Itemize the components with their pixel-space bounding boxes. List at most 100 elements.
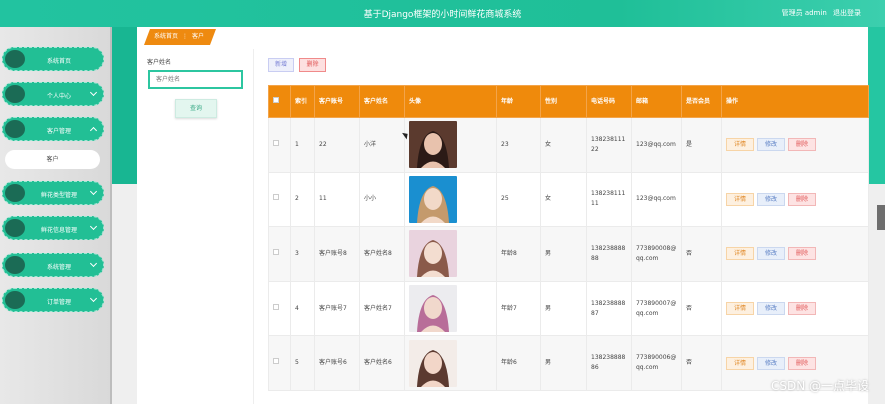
column-header: 操作 [721,85,869,118]
actions-cell: 详情 修改 删除 [721,171,869,228]
detail-button[interactable]: 详情 [726,302,754,316]
edit-button[interactable]: 修改 [757,138,785,152]
member-cell: 否 [681,335,722,391]
avatar-cell [404,117,497,173]
breadcrumb-separator: ⋮ [182,33,189,40]
customer-name-search-input[interactable] [148,70,243,89]
avatar [409,230,457,278]
avatar [409,339,457,387]
index-cell: 5 [290,335,315,391]
column-header: 客户账号 [314,85,360,118]
account-cell: 客户账号8 [314,226,360,282]
sidebar-item-personal-center[interactable]: 个人中心 [2,82,104,106]
avatar-cell [404,226,497,282]
select-all-checkbox[interactable] [273,96,279,103]
select-all-header[interactable] [268,85,291,118]
row-checkbox[interactable] [273,139,279,146]
avatar [409,121,457,169]
sidebar-item-label: 鲜花类型管理 [40,192,77,199]
delete-row-button[interactable]: 删除 [788,192,816,206]
table-row: 1 22 小洋 23 女 13823811122 123@qq.com 是详情 修改 删除 [268,117,869,173]
search-button[interactable]: 查询 [175,99,217,118]
sidebar-item-label: 系统管理 [46,264,71,271]
actions-cell: 详情 修改 删除 [721,226,869,282]
menu-dot-icon [5,256,25,274]
menu-dot-icon [5,120,25,138]
sidebar-item-label: 鲜花信息管理 [40,227,77,234]
menu-dot-icon [5,184,25,202]
chevron-down-icon [89,187,98,196]
row-select-cell[interactable] [268,117,291,173]
delete-row-button[interactable]: 删除 [788,356,816,370]
chevron-down-icon [89,259,98,268]
sidebar-item-label: 订单管理 [46,299,71,306]
column-header: 头像 [404,85,497,118]
scrollbar-thumb[interactable] [877,205,885,230]
detail-button[interactable]: 详情 [726,138,754,152]
name-cell: 客户姓名7 [359,280,405,337]
sidebar-item-label: 个人中心 [46,93,71,100]
gender-cell: 女 [540,117,587,173]
column-header: 邮箱 [631,85,682,118]
phone-cell: 13823811111 [586,171,632,228]
delete-row-button[interactable]: 删除 [788,247,816,261]
delete-button[interactable]: 删除 [299,58,326,72]
edit-button[interactable]: 修改 [757,247,785,261]
row-select-cell[interactable] [268,335,291,391]
table-row: 4 客户账号7 客户姓名7 年龄7 男 13823888887 773890007@qq.c… [268,280,869,337]
row-select-cell[interactable] [268,171,291,228]
detail-button[interactable]: 详情 [726,192,754,206]
row-checkbox[interactable] [273,303,279,310]
member-cell [681,171,722,228]
sidebar-item-customer-management[interactable]: 客户管理 [2,117,104,141]
sidebar-item-flower-info-management[interactable]: 鲜花信息管理 [2,216,104,240]
email-cell: 773890007@qq.com [631,280,682,337]
column-header: 年龄 [496,85,541,118]
sidebar-item-label: 系统首页 [46,58,71,65]
edit-button[interactable]: 修改 [757,302,785,316]
table-header-row: 索引 客户账号 客户姓名 头像 年龄 性别 电话号码 邮箱 是否会员 操作 [268,85,869,118]
sidebar: 系统首页 个人中心 客户管理 客户 鲜花类型管理 鲜花信息管理 系统管理 订单管… [0,27,112,404]
detail-button[interactable]: 详情 [726,247,754,261]
gender-cell: 女 [540,171,587,228]
row-checkbox[interactable] [273,194,279,201]
phone-cell: 13823811122 [586,117,632,173]
current-user: 管理员 admin [781,9,827,17]
menu-dot-icon [5,219,25,237]
avatar-cell [404,171,497,228]
sidebar-subitem-customer[interactable]: 客户 [5,150,100,169]
row-checkbox[interactable] [273,358,279,365]
app-title: 基于Django框架的小时间鲜花商城系统 [363,10,522,20]
phone-cell: 13823888887 [586,280,632,337]
table-body: 1 22 小洋 23 女 13823811122 123@qq.com 是详情 修改 删除 2 11 小… [268,117,869,391]
logout-link[interactable]: 退出登录 [833,9,861,17]
sidebar-item-flower-type-management[interactable]: 鲜花类型管理 [2,181,104,205]
detail-button[interactable]: 详情 [726,356,754,370]
delete-row-button[interactable]: 删除 [788,302,816,316]
column-header: 是否会员 [681,85,722,118]
name-cell: 小洋 [359,117,405,173]
sidebar-item-order-management[interactable]: 订单管理 [2,288,104,312]
account-cell: 11 [314,171,360,228]
menu-dot-icon [5,50,25,68]
avatar-cell [404,335,497,391]
sidebar-item-home[interactable]: 系统首页 [2,47,104,71]
name-cell: 客户姓名8 [359,226,405,282]
add-button[interactable]: 新增 [268,58,294,72]
actions-cell: 详情 修改 删除 [721,280,869,337]
menu-dot-icon [5,85,25,103]
member-cell: 否 [681,226,722,282]
row-select-cell[interactable] [268,280,291,337]
sidebar-item-system-management[interactable]: 系统管理 [2,253,104,277]
row-checkbox[interactable] [273,248,279,255]
search-label: 客户姓名 [147,59,172,66]
name-cell: 客户姓名6 [359,335,405,391]
delete-row-button[interactable]: 删除 [788,138,816,152]
edit-button[interactable]: 修改 [757,192,785,206]
breadcrumb-home[interactable]: 系统首页 [154,33,178,40]
edit-button[interactable]: 修改 [757,356,785,370]
index-cell: 2 [290,171,315,228]
name-cell: 小小 [359,171,405,228]
row-select-cell[interactable] [268,226,291,282]
user-area: 管理员 admin 退出登录 [778,8,861,18]
